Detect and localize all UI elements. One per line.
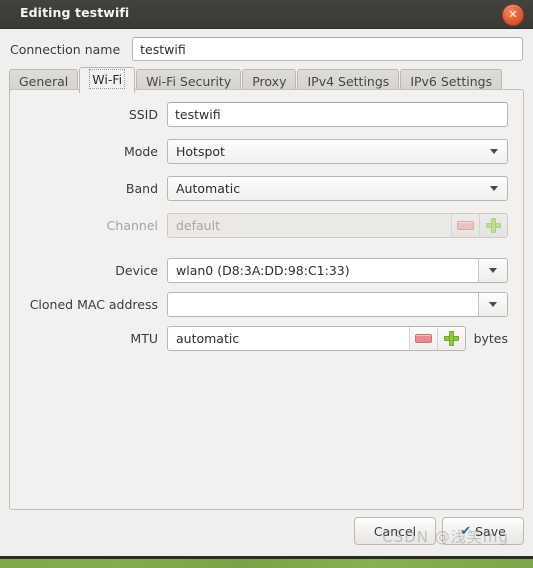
mtu-minus-icon[interactable]	[408, 327, 437, 350]
cancel-button-label: Cancel	[373, 523, 417, 539]
save-button[interactable]: ✔ Save	[442, 517, 524, 545]
mtu-unit-label: bytes	[473, 331, 508, 346]
device-value: wlan0 (D8:3A:DD:98:C1:33)	[176, 263, 350, 278]
cancel-button[interactable]: Cancel	[354, 517, 436, 545]
band-value: Automatic	[176, 181, 241, 196]
save-button-label: Save	[475, 523, 506, 539]
cloned-mac-row: Cloned MAC address	[25, 292, 508, 317]
mtu-label: MTU	[130, 331, 158, 346]
mode-label: Mode	[123, 144, 158, 159]
mtu-spinner: automatic	[167, 326, 466, 351]
connection-name-input[interactable]	[132, 37, 523, 61]
band-label: Band	[125, 181, 158, 196]
wifi-form: SSID Mode Hotspot Band Automatic	[10, 90, 523, 351]
channel-plus-icon[interactable]	[479, 214, 507, 237]
connection-name-label: Connection name	[10, 41, 121, 57]
channel-label: Channel	[106, 218, 158, 233]
cloned-mac-label: Cloned MAC address	[29, 297, 158, 312]
editing-connection-dialog: Editing testwifi ✕ Connection name Gener…	[0, 0, 533, 557]
chevron-down-icon[interactable]	[478, 293, 507, 316]
chevron-down-icon	[481, 140, 507, 163]
desktop-background-strip	[0, 556, 533, 568]
ssid-input[interactable]	[167, 102, 508, 127]
mtu-value[interactable]: automatic	[168, 331, 409, 346]
close-x-glyph: ✕	[508, 8, 518, 21]
channel-row: Channel default	[25, 213, 508, 238]
device-dropdown[interactable]: wlan0 (D8:3A:DD:98:C1:33)	[167, 258, 508, 283]
channel-value: default	[176, 218, 220, 233]
channel-minus-icon[interactable]	[451, 214, 479, 237]
dialog-footer: Cancel ✔ Save	[354, 517, 524, 545]
mode-row: Mode Hotspot	[25, 139, 508, 164]
mode-value: Hotspot	[176, 144, 225, 159]
cloned-mac-dropdown[interactable]	[167, 292, 508, 317]
tab-ipv6-label: IPv6 Settings	[410, 74, 493, 89]
mode-dropdown[interactable]: Hotspot	[167, 139, 508, 164]
tab-wifi-security-label: Wi-Fi Security	[146, 74, 232, 89]
check-icon: ✔	[460, 523, 472, 539]
band-dropdown[interactable]: Automatic	[167, 176, 508, 201]
window-titlebar: Editing testwifi ✕	[0, 0, 533, 29]
window-title: Editing testwifi	[20, 5, 130, 20]
ssid-row: SSID	[25, 102, 508, 127]
mtu-plus-icon[interactable]	[436, 327, 465, 350]
channel-spinner: default	[167, 213, 508, 238]
mtu-row: MTU automatic bytes	[25, 326, 508, 351]
tab-proxy-label: Proxy	[252, 74, 287, 89]
connection-name-row: Connection name	[0, 29, 533, 67]
tab-wifi[interactable]: Wi-Fi	[79, 67, 136, 93]
band-row: Band Automatic	[25, 176, 508, 201]
chevron-down-icon	[481, 177, 507, 200]
tab-ipv4-label: IPv4 Settings	[307, 74, 390, 89]
tab-wifi-label: Wi-Fi	[89, 69, 126, 89]
ssid-label: SSID	[128, 107, 158, 122]
device-row: Device wlan0 (D8:3A:DD:98:C1:33)	[25, 258, 508, 283]
wifi-settings-panel: SSID Mode Hotspot Band Automatic	[9, 89, 524, 510]
close-icon[interactable]: ✕	[502, 4, 524, 26]
chevron-down-icon[interactable]	[478, 259, 507, 282]
tab-general-label: General	[19, 74, 69, 89]
device-label: Device	[115, 263, 158, 278]
